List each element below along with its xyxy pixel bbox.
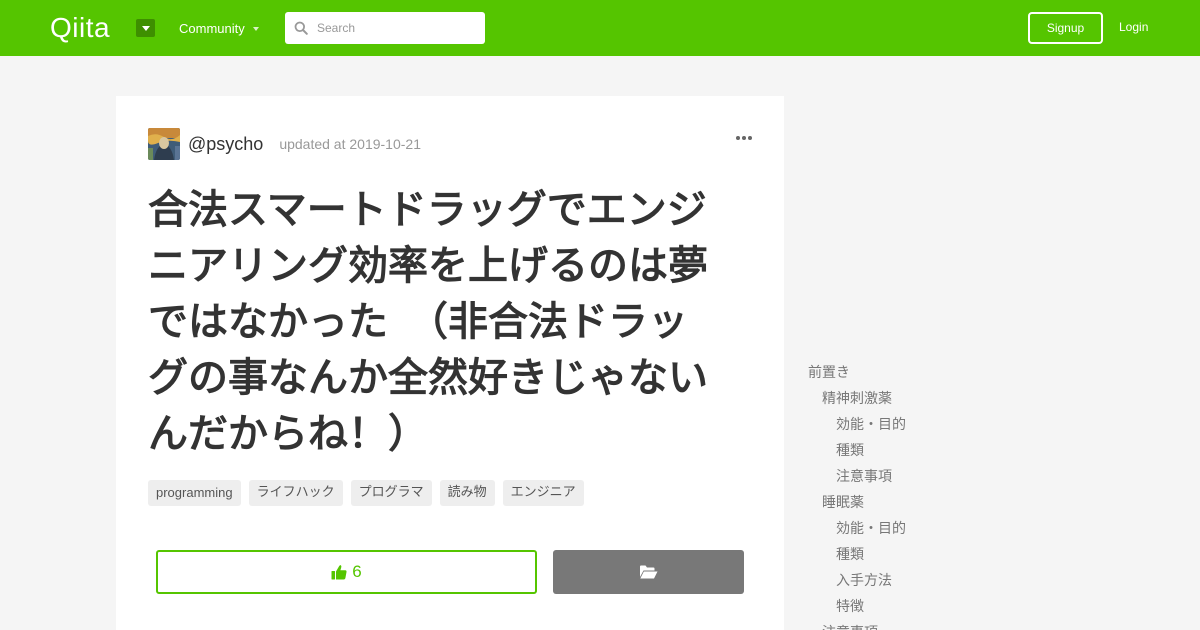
- toc-item[interactable]: 種類: [808, 438, 1108, 464]
- thumbs-up-icon: [331, 565, 347, 580]
- tag[interactable]: ライフハック: [248, 480, 343, 506]
- toc-item[interactable]: 注意事項: [808, 620, 1108, 630]
- author-username[interactable]: @psycho: [188, 134, 263, 155]
- avatar[interactable]: [148, 128, 180, 160]
- toc-item[interactable]: 前置き: [808, 360, 1108, 386]
- title-line: ニアリング効率を上げるのは夢: [148, 243, 708, 289]
- community-label: Community: [179, 21, 245, 36]
- dot-icon: [742, 136, 746, 140]
- toc-item[interactable]: 入手方法: [808, 568, 1108, 594]
- article-card: @psycho updated at 2019-10-21 合法スマートドラッグ…: [116, 96, 784, 630]
- toc-item[interactable]: 睡眠薬: [808, 490, 1108, 516]
- tag[interactable]: 読み物: [439, 480, 495, 506]
- chevron-down-icon: [252, 26, 259, 31]
- search-input[interactable]: [285, 12, 485, 44]
- tag[interactable]: エンジニア: [502, 480, 584, 506]
- stock-button[interactable]: [553, 550, 744, 594]
- toc-item[interactable]: 効能・目的: [808, 412, 1108, 438]
- toc-item[interactable]: 効能・目的: [808, 516, 1108, 542]
- tag[interactable]: programming: [148, 480, 241, 506]
- search-box: [285, 12, 485, 44]
- updated-date: updated at 2019-10-21: [279, 136, 421, 152]
- top-nav-bar: Qiita Community Signup Login: [0, 0, 1200, 56]
- title-line: グの事なんか全然好きじゃない: [148, 355, 708, 401]
- toc-item[interactable]: 種類: [808, 542, 1108, 568]
- community-menu[interactable]: Community: [179, 21, 259, 36]
- logo-text: Qiita: [50, 12, 111, 43]
- login-link[interactable]: Login: [1119, 20, 1148, 34]
- title-line: ではなかった （非合法ドラッ: [148, 299, 688, 345]
- logo-menu-toggle[interactable]: [136, 19, 155, 37]
- dot-icon: [736, 136, 740, 140]
- article-title: 合法スマートドラッグでエンジ ニアリング効率を上げるのは夢 ではなかった （非合…: [148, 182, 738, 462]
- signup-button[interactable]: Signup: [1028, 12, 1103, 44]
- dot-icon: [748, 136, 752, 140]
- title-line: 合法スマートドラッグでエンジ: [148, 187, 707, 233]
- like-button[interactable]: 6: [156, 550, 537, 594]
- author-row: @psycho updated at 2019-10-21: [148, 128, 752, 160]
- chevron-down-icon: [141, 25, 150, 31]
- title-line: んだからね！）: [148, 411, 428, 457]
- tag-list: programming ライフハック プログラマ 読み物 エンジニア: [148, 480, 584, 506]
- toc-item[interactable]: 特徴: [808, 594, 1108, 620]
- table-of-contents: 前置き 精神刺激薬 効能・目的 種類 注意事項 睡眠薬 効能・目的 種類 入手方…: [808, 360, 1108, 630]
- qiita-logo[interactable]: Qiita: [50, 13, 110, 43]
- folder-open-icon: [640, 565, 658, 579]
- more-options-button[interactable]: [736, 136, 752, 140]
- like-count: 6: [352, 562, 362, 581]
- search-icon: [294, 21, 308, 35]
- toc-item[interactable]: 精神刺激薬: [808, 386, 1108, 412]
- toc-item[interactable]: 注意事項: [808, 464, 1108, 490]
- tag[interactable]: プログラマ: [350, 480, 432, 506]
